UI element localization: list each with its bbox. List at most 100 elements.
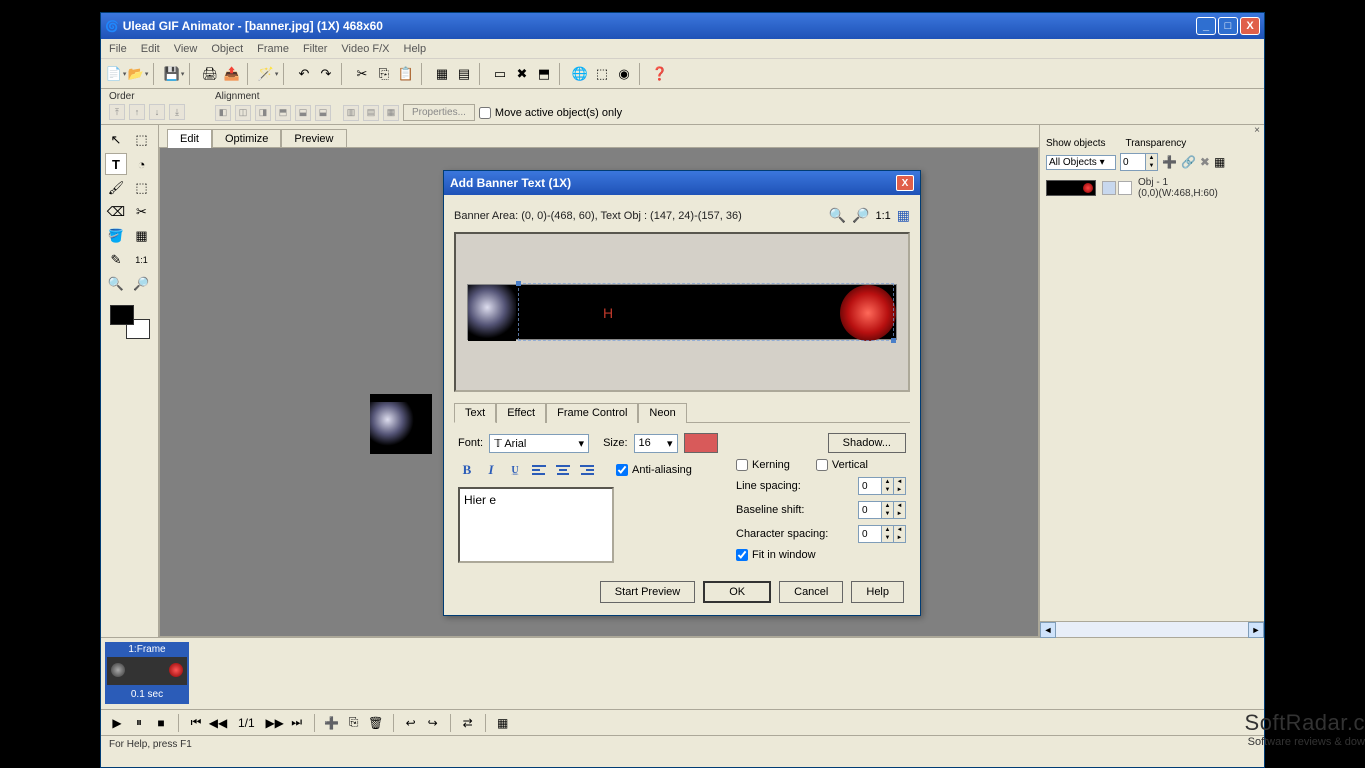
move-active-checkbox[interactable]: Move active object(s) only bbox=[479, 107, 622, 119]
properties-button[interactable]: Properties... bbox=[403, 104, 475, 121]
undo-icon[interactable]: ↶ bbox=[295, 65, 313, 83]
grid1-icon[interactable]: ▦ bbox=[433, 65, 451, 83]
save-icon[interactable]: 💾 bbox=[165, 65, 183, 83]
wand-icon[interactable]: 🪄 bbox=[259, 65, 277, 83]
next-frame-icon[interactable]: ▶▶ bbox=[267, 715, 283, 731]
underline-button[interactable]: U̲ bbox=[506, 461, 524, 479]
ok-button[interactable]: OK bbox=[703, 581, 771, 603]
cut-icon[interactable]: ✂ bbox=[353, 65, 371, 83]
show-objects-select[interactable]: All Objects ▾ bbox=[1046, 155, 1116, 170]
line-spacing-spinner[interactable]: ▲▼◄► bbox=[858, 477, 906, 495]
crop-tool-icon[interactable]: ✂ bbox=[131, 201, 153, 223]
banner-preview[interactable]: H bbox=[467, 284, 897, 340]
settings-icon[interactable]: ▦ bbox=[495, 715, 511, 731]
shadow-button[interactable]: Shadow... bbox=[828, 433, 906, 453]
tab-optimize[interactable]: Optimize bbox=[212, 129, 281, 148]
text-color-swatch[interactable] bbox=[684, 433, 718, 453]
align-right-button[interactable] bbox=[578, 462, 596, 478]
tab-edit[interactable]: Edit bbox=[167, 129, 212, 148]
maximize-button[interactable]: □ bbox=[1218, 17, 1238, 35]
close-button[interactable]: X bbox=[1240, 17, 1260, 35]
text-tool-icon[interactable]: T bbox=[105, 153, 127, 175]
order-up-icon[interactable]: ↑ bbox=[129, 104, 145, 120]
order-down-icon[interactable]: ↓ bbox=[149, 104, 165, 120]
copy-icon[interactable]: ⎘ bbox=[375, 65, 393, 83]
preview-icon[interactable]: ◉ bbox=[615, 65, 633, 83]
new-icon[interactable]: 📄 bbox=[107, 65, 125, 83]
globe-icon[interactable]: 🌐 bbox=[571, 65, 589, 83]
fill-tool-icon[interactable]: 🪣 bbox=[105, 225, 127, 247]
prev-frame-icon[interactable]: ◀◀ bbox=[210, 715, 226, 731]
group-icon[interactable]: ⬚ bbox=[593, 65, 611, 83]
zoom-in-icon[interactable]: 🔍 bbox=[829, 207, 846, 224]
add-object-icon[interactable]: ➕ bbox=[1162, 155, 1177, 169]
add-frame-icon[interactable]: ➕ bbox=[324, 715, 340, 731]
grid2-icon[interactable]: ▤ bbox=[455, 65, 473, 83]
fit-window-icon[interactable]: ▦ bbox=[897, 207, 910, 224]
link-object-icon[interactable]: 🔗 bbox=[1181, 155, 1196, 169]
order-back-icon[interactable]: ⤓ bbox=[169, 104, 185, 120]
shape-tool-icon[interactable]: ◔ bbox=[131, 153, 153, 175]
last-frame-icon[interactable]: ⏭ bbox=[289, 715, 305, 731]
menu-edit[interactable]: Edit bbox=[141, 43, 160, 55]
align-bottom-icon[interactable]: ⬓ bbox=[315, 105, 331, 121]
kerning-checkbox[interactable]: Kerning bbox=[736, 459, 790, 471]
order-front-icon[interactable]: ⤒ bbox=[109, 104, 125, 120]
dist-h-icon[interactable]: ▥ bbox=[343, 105, 359, 121]
banner-text-input[interactable] bbox=[458, 487, 614, 563]
menu-view[interactable]: View bbox=[174, 43, 198, 55]
foreground-color-swatch[interactable] bbox=[110, 305, 134, 325]
grid-tool-icon[interactable]: ▦ bbox=[131, 225, 153, 247]
first-frame-icon[interactable]: ⏮ bbox=[188, 715, 204, 731]
align-center-button[interactable] bbox=[554, 462, 572, 478]
menu-object[interactable]: Object bbox=[211, 43, 243, 55]
export-icon[interactable]: 📤 bbox=[223, 65, 241, 83]
eraser-tool-icon[interactable]: ⌫ bbox=[105, 201, 127, 223]
align-top-icon[interactable]: ⬒ bbox=[275, 105, 291, 121]
zoom11-tool-icon[interactable]: 1:1 bbox=[131, 249, 153, 271]
panel-scrollbar[interactable]: ◄ ► bbox=[1040, 621, 1264, 637]
dialog-close-button[interactable]: X bbox=[896, 175, 914, 191]
del-frame-icon[interactable]: 🗑 bbox=[368, 715, 384, 731]
merge-icon[interactable]: ⬒ bbox=[535, 65, 553, 83]
zoomin-tool-icon[interactable]: 🔍 bbox=[105, 273, 127, 295]
align-left-icon[interactable]: ◧ bbox=[215, 105, 231, 121]
layers-icon[interactable]: ▭ bbox=[491, 65, 509, 83]
object-list-item[interactable]: Obj - 1 (0,0)(W:468,H:60) bbox=[1040, 173, 1264, 203]
tab-effect[interactable]: Effect bbox=[496, 403, 546, 423]
tab-frame-control[interactable]: Frame Control bbox=[546, 403, 638, 423]
object-options-icon[interactable]: ▦ bbox=[1214, 155, 1225, 169]
dup-frame-icon[interactable]: ⎘ bbox=[346, 715, 362, 731]
redo-icon[interactable]: ↷ bbox=[317, 65, 335, 83]
tab-preview[interactable]: Preview bbox=[281, 129, 346, 148]
help-button[interactable]: Help bbox=[851, 581, 904, 603]
play-icon[interactable]: ▶ bbox=[109, 715, 125, 731]
dist-sp-icon[interactable]: ▦ bbox=[383, 105, 399, 121]
eyedrop-tool-icon[interactable]: ✎ bbox=[105, 249, 127, 271]
zoomout-tool-icon[interactable]: 🔎 bbox=[131, 273, 153, 295]
size-select[interactable]: 16▾ bbox=[634, 434, 678, 453]
align-middle-icon[interactable]: ⬓ bbox=[295, 105, 311, 121]
stop-icon[interactable]: ■ bbox=[153, 715, 169, 731]
menu-frame[interactable]: Frame bbox=[257, 43, 289, 55]
reverse-icon[interactable]: ⇄ bbox=[460, 715, 476, 731]
char-spacing-spinner[interactable]: ▲▼◄► bbox=[858, 525, 906, 543]
delete-icon[interactable]: ✖ bbox=[513, 65, 531, 83]
menu-help[interactable]: Help bbox=[404, 43, 427, 55]
print-icon[interactable]: 🖨 bbox=[201, 65, 219, 83]
pause-icon[interactable]: ⏸ bbox=[131, 715, 147, 731]
menu-videofx[interactable]: Video F/X bbox=[341, 43, 389, 55]
pointer-tool-icon[interactable]: ↖ bbox=[105, 129, 127, 151]
zoom-out-icon[interactable]: 🔎 bbox=[852, 207, 869, 224]
cancel-button[interactable]: Cancel bbox=[779, 581, 843, 603]
scroll-right-icon[interactable]: ► bbox=[1248, 622, 1264, 638]
delete-object-icon[interactable]: ✖ bbox=[1200, 155, 1210, 169]
zoom-ratio[interactable]: 1:1 bbox=[875, 210, 890, 222]
paste-icon[interactable]: 📋 bbox=[397, 65, 415, 83]
tab-text[interactable]: Text bbox=[454, 403, 496, 423]
panel-close-icon[interactable]: × bbox=[1040, 125, 1264, 136]
antialias-checkbox[interactable]: Anti-aliasing bbox=[616, 464, 692, 476]
align-center-icon[interactable]: ◫ bbox=[235, 105, 251, 121]
align-right-icon[interactable]: ◨ bbox=[255, 105, 271, 121]
minimize-button[interactable]: _ bbox=[1196, 17, 1216, 35]
